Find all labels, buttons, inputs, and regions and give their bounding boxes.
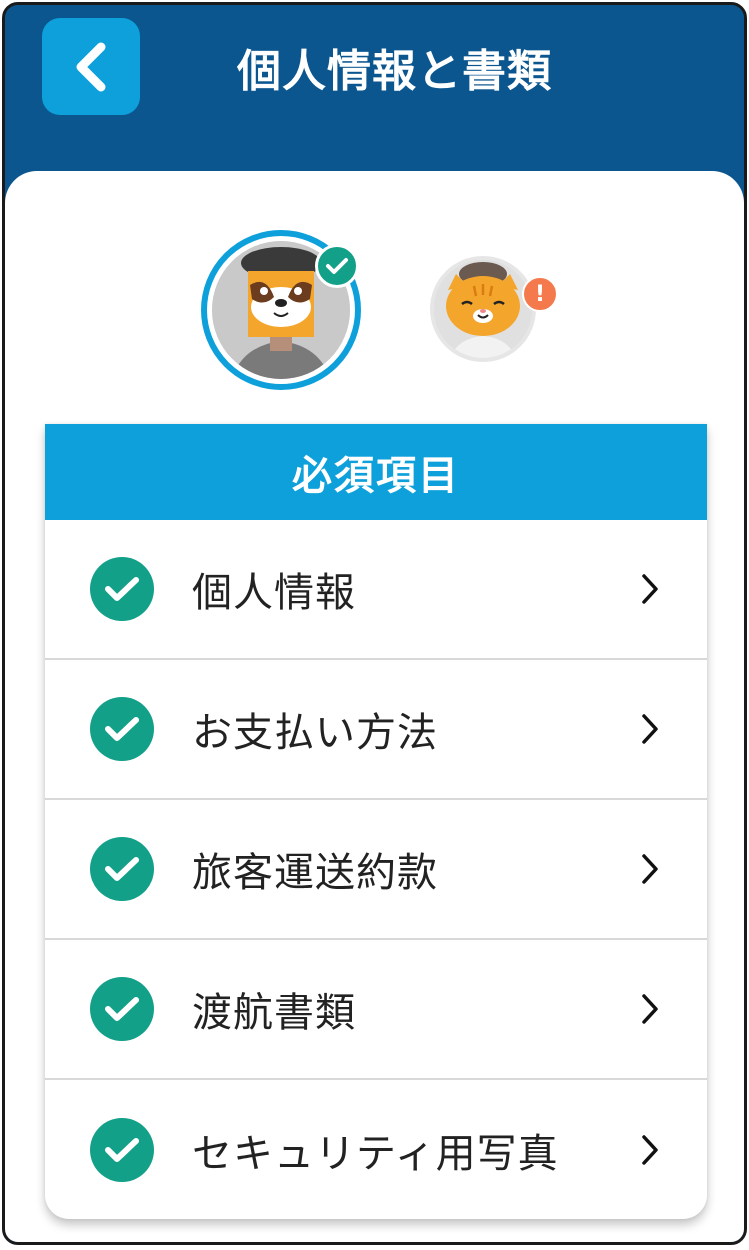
list-item-label: セキュリティ用写真	[192, 1131, 559, 1177]
check-circle-icon	[90, 837, 154, 901]
check-icon	[326, 258, 348, 274]
chevron-right-icon	[642, 854, 658, 884]
avatar-secondary-traveler[interactable]	[430, 256, 536, 362]
check-circle-icon	[90, 557, 154, 621]
required-items-card: 必須項目 個人情報 お支払い方法 旅客運送約款 渡航書類 セキュリティ用写真	[45, 424, 707, 1219]
traveler-avatars: !	[5, 226, 744, 396]
chevron-right-icon	[642, 714, 658, 744]
list-item-security-photo[interactable]: セキュリティ用写真	[45, 1080, 707, 1219]
list-item-label: 旅客運送約款	[192, 850, 438, 896]
list-item-travel-documents[interactable]: 渡航書類	[45, 940, 707, 1080]
cat-face-icon	[434, 260, 532, 358]
list-item-conditions-of-carriage[interactable]: 旅客運送約款	[45, 800, 707, 940]
list-item-personal-info[interactable]: 個人情報	[45, 520, 707, 660]
check-circle-icon	[90, 977, 154, 1041]
list-item-label: お支払い方法	[192, 710, 438, 756]
check-circle-icon	[90, 1118, 154, 1182]
list-item-label: 渡航書類	[192, 990, 356, 1036]
check-circle-icon	[90, 697, 154, 761]
section-title: 必須項目	[45, 424, 707, 520]
app-frame: 個人情報と書類 ! 必須項目 個人情報 お支払い方法 旅客運送約款 渡航書類 セ…	[2, 2, 747, 1245]
chevron-right-icon	[642, 994, 658, 1024]
avatar-photo	[434, 260, 532, 358]
chevron-right-icon	[642, 1135, 658, 1165]
avatar-complete-badge	[315, 244, 359, 288]
avatar-warning-badge: !	[522, 276, 558, 312]
chevron-right-icon	[642, 574, 658, 604]
content-sheet: ! 必須項目 個人情報 お支払い方法 旅客運送約款 渡航書類 セキュリティ用写真	[5, 171, 744, 1242]
page-title: 個人情報と書類	[237, 46, 552, 97]
list-item-payment-method[interactable]: お支払い方法	[45, 660, 707, 800]
list-item-label: 個人情報	[192, 570, 356, 616]
